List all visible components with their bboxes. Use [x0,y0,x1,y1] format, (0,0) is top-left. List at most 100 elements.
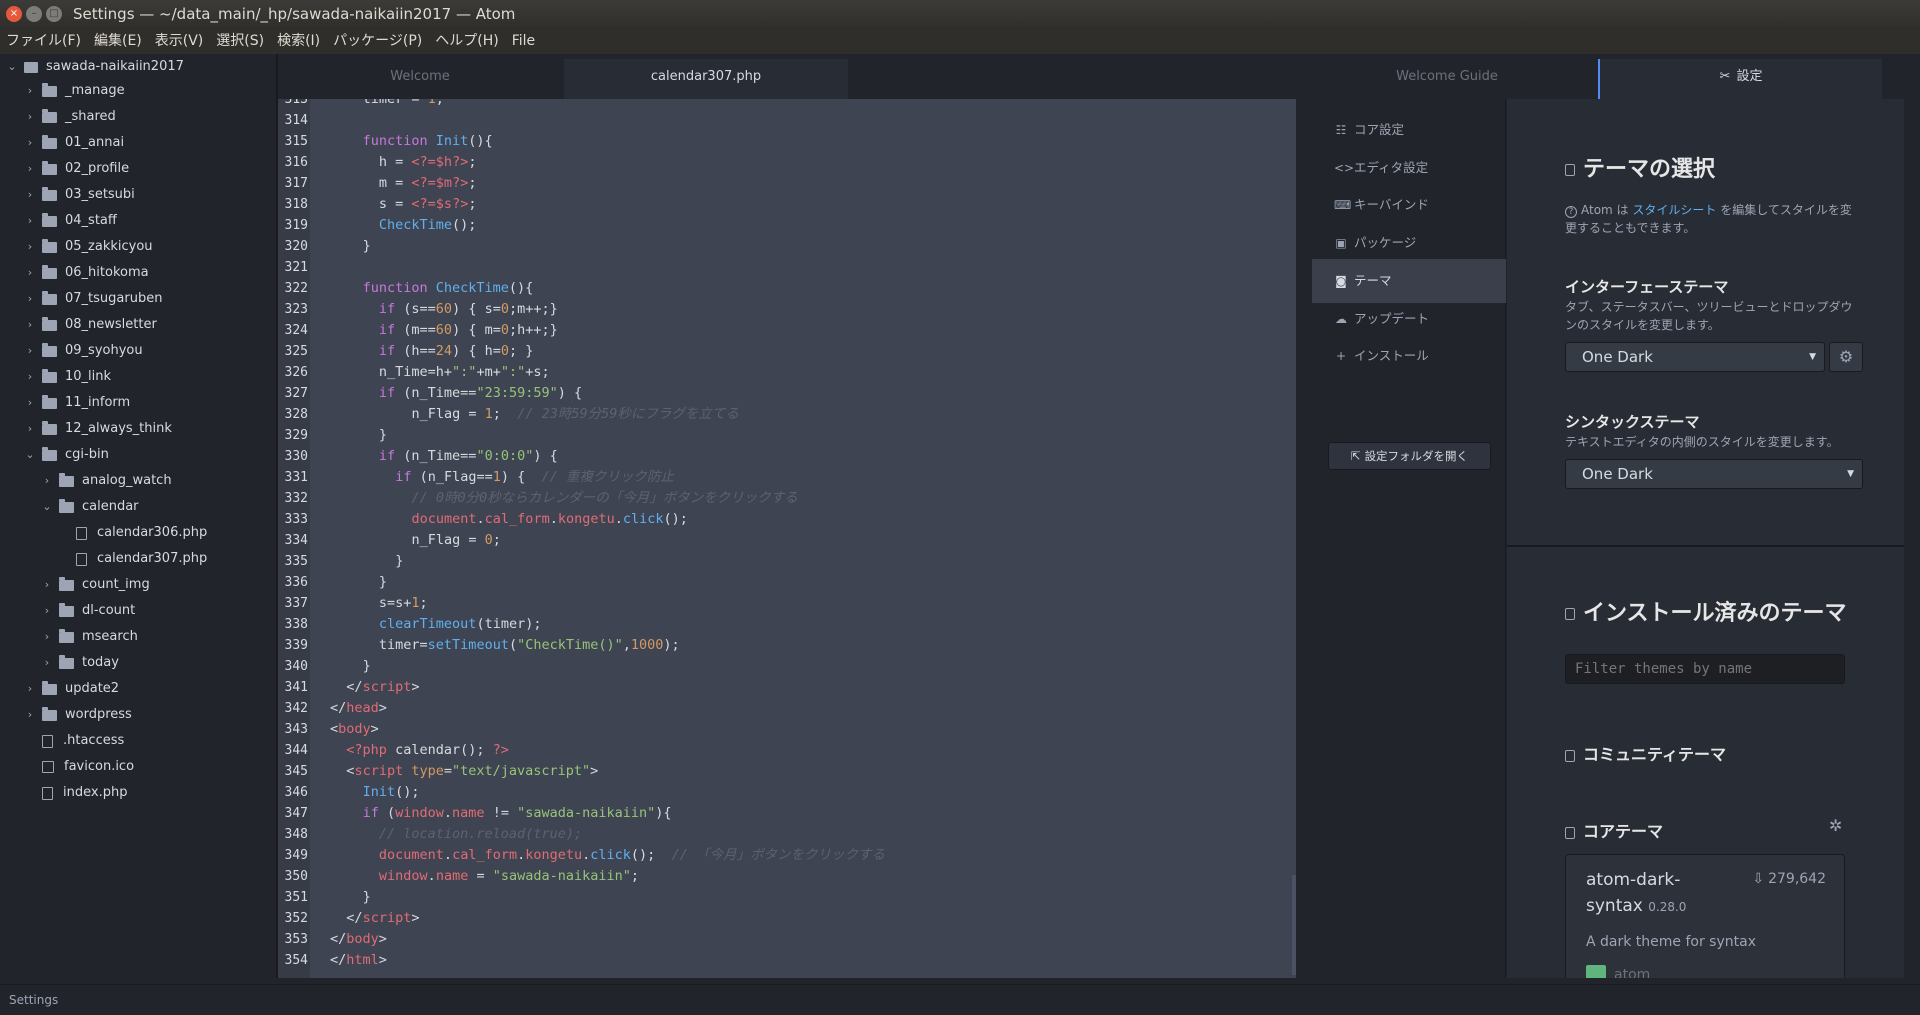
avatar [1586,965,1606,978]
code-token: timer= [378,637,428,653]
tree-folder[interactable]: › 08_newsletter [24,312,157,338]
code-token: $s [435,196,453,212]
tree-folder[interactable]: › 04_staff [24,208,117,234]
code-line: 344 <?php calendar(); ?> [278,740,1278,761]
menu-item[interactable]: ヘルプ(H) [435,29,498,54]
menu-item[interactable]: 表示(V) [155,29,204,54]
minimize-window-button[interactable]: – [26,6,42,22]
core-themes-toggle-icon[interactable]: ✲ [1829,816,1842,835]
tree-folder[interactable]: › _manage [24,78,125,104]
code-token: click [622,511,664,527]
tree-folder[interactable]: › 06_hitokoma [24,260,149,286]
code-editor[interactable]: 313 timer = 1; 314 315 function Init(){316 h … [278,99,1296,978]
tree-folder[interactable]: › dl-count [41,598,135,624]
line-number: 325 [284,344,308,359]
code-text: document.cal_form.kongetu.click(); [330,509,688,530]
tree-folder[interactable]: › 11_inform [24,390,130,416]
tree-folder[interactable]: › update2 [24,676,119,702]
code-text: if (n_Time=="0:0:0") { [330,446,558,467]
settings-nav-item[interactable]: + インストール [1312,334,1506,378]
tab-settings[interactable]: ✂ 設定 [1598,59,1882,99]
tree-folder[interactable]: › analog_watch [41,468,172,494]
code-token: (); [663,511,688,527]
tree-item-label: calendar306.php [97,525,208,540]
code-line: 345 <script type="text/javascript"> [278,761,1278,782]
code-token: ) { [500,469,542,485]
code-token: script [362,910,412,926]
tab-welcome[interactable]: Welcome [278,59,562,99]
code-token: > [378,952,387,968]
code-token: m = [378,175,412,191]
code-line: 342 </head> [278,698,1278,719]
tree-file[interactable]: calendar306.php [58,520,207,546]
tree-folder[interactable]: › _shared [24,104,116,130]
tree-root[interactable]: ⌄ sawada-naikaiin2017 [6,54,184,80]
code-token: ( [508,637,518,653]
code-token: } [378,427,388,443]
code-token: $h [435,154,453,170]
tree-folder[interactable]: › today [41,650,119,676]
open-config-folder-button[interactable]: ⇱ 設定フォルダを開く [1328,442,1491,470]
menu-item[interactable]: 検索(I) [277,29,320,54]
tree-item-label: _shared [65,109,116,124]
tree-folder[interactable]: › 07_tsugaruben [24,286,162,312]
ui-theme-label: インターフェーステーマ [1565,278,1729,296]
code-text: Init(); [330,782,420,803]
ui-theme-settings-button[interactable]: ⚙ [1829,342,1863,372]
tree-folder[interactable]: › 12_always_think [24,416,172,442]
code-token: ; [630,868,640,884]
chevron-right-icon: › [27,188,33,201]
tree-folder[interactable]: ⌄ calendar [41,494,139,520]
maximize-window-button[interactable]: □ [46,6,62,22]
tree-item-label: favicon.ico [64,759,135,774]
code-token: "sawada-naikaiin" [517,805,656,821]
tree-file[interactable]: index.php [24,780,127,806]
tree-folder[interactable]: › count_img [41,572,150,598]
stylesheet-link[interactable]: スタイルシート [1632,203,1716,217]
tree-file[interactable]: calendar307.php [58,546,207,572]
menu-item[interactable]: パッケージ(P) [333,29,422,54]
tree-folder[interactable]: › 01_annai [24,130,124,156]
ui-theme-description: タブ、ステータスバー、ツリービューとドロップダウンのスタイルを変更します。 [1565,300,1853,332]
code-text: document.cal_form.kongetu.click(); // 「今… [330,845,885,866]
settings-nav-item[interactable]: ▣ パッケージ [1312,221,1506,265]
code-token: <?php [346,742,396,758]
tab-welcome-guide[interactable]: Welcome Guide [1298,59,1596,99]
tree-folder[interactable]: ⌄ cgi-bin [24,442,109,468]
tree-folder[interactable]: › msearch [41,624,138,650]
code-token: . [614,511,623,527]
filter-themes-input[interactable] [1565,654,1845,684]
tree-folder[interactable]: › 03_setsubi [24,182,135,208]
tree-folder[interactable]: › 10_link [24,364,111,390]
tab-calendar307[interactable]: calendar307.php [564,59,848,99]
code-token: if [395,469,420,485]
code-line: 353 </body> [278,929,1278,950]
code-token: (m== [403,322,436,338]
tree-file[interactable]: .htaccess [24,728,124,754]
tree-folder[interactable]: › 02_profile [24,156,129,182]
ui-theme-select[interactable]: One Dark ▼ [1565,342,1825,372]
menu-item[interactable]: 選択(S) [216,29,264,54]
theme-card-author[interactable]: atom [1586,965,1650,978]
tree-folder[interactable]: › 09_syohyou [24,338,143,364]
tree-file[interactable]: favicon.ico [24,754,134,780]
tree-folder[interactable]: › wordpress [24,702,132,728]
line-number: 346 [284,785,308,800]
menu-item[interactable]: ファイル(F) [6,29,81,54]
code-token: . [443,805,453,821]
close-window-button[interactable]: × [6,6,22,22]
code-token: ;m++;} [508,301,558,317]
folder-icon [42,420,57,435]
editor-scrollbar[interactable] [1292,875,1296,975]
menu-item[interactable]: File [512,29,535,54]
code-token: 0 [500,322,509,338]
code-token: > [590,763,599,779]
tree-folder[interactable]: › 05_zakkicyou [24,234,153,260]
code-token: window [395,805,444,821]
theme-card[interactable]: atom-dark-syntax 0.28.0 ⇩ 279,642 A dark … [1565,854,1845,978]
folder-icon [42,264,57,279]
syntax-theme-select[interactable]: One Dark ▼ [1565,459,1863,489]
code-token: 60 [435,301,453,317]
line-number: 327 [284,386,308,401]
menu-item[interactable]: 編集(E) [94,29,142,54]
